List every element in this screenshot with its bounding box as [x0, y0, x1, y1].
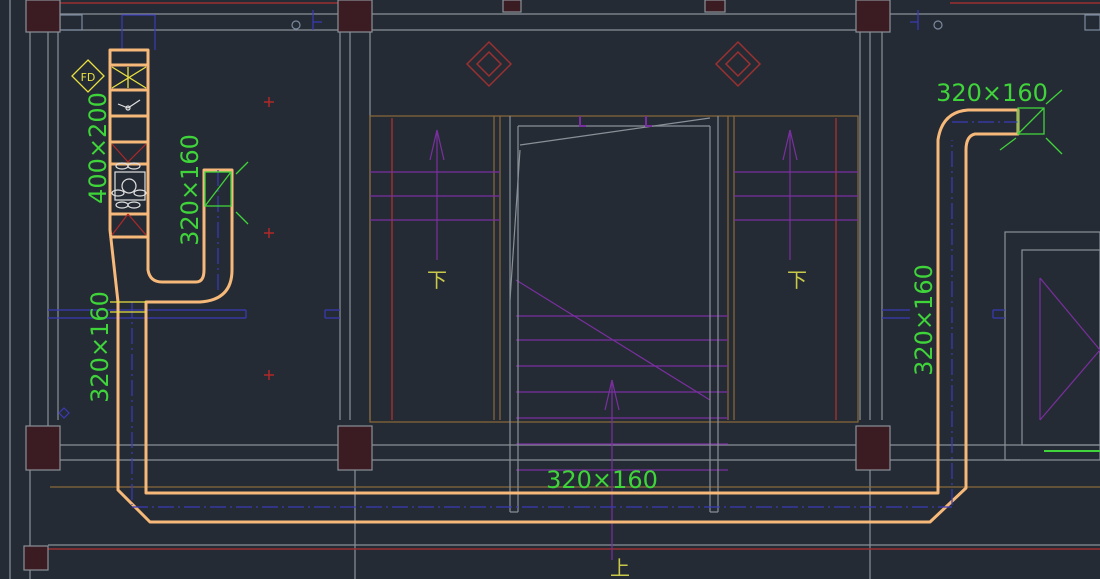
column-top-stub-1: [502, 0, 522, 13]
fire-damper-label: FD: [81, 71, 96, 84]
column-top-left: [25, 0, 61, 33]
column-bottom-mid-right: [855, 425, 891, 471]
duct-size-label-top-right: 320×160: [936, 79, 1048, 107]
duct-size-label-right-vertical: 320×160: [910, 264, 938, 376]
stair-down-label-left: 下: [427, 268, 447, 292]
column-bottom-left: [25, 425, 61, 471]
column-top-mid-right: [855, 0, 891, 33]
stair-up-label: 上: [610, 556, 630, 579]
column-top-mid-left: [337, 0, 373, 33]
duct-size-label-bottom: 320×160: [546, 466, 658, 494]
duct-size-label-left-lower: 320×160: [86, 291, 114, 403]
duct-size-label-branch: 320×160: [176, 134, 204, 246]
stair-down-label-right: 下: [787, 268, 807, 292]
column-bottom-mid-left: [337, 425, 373, 471]
cad-floor-plan: 下 下 上 FD 400×200 320×160 320×160 320×160…: [0, 0, 1100, 579]
column-bottom-corner: [23, 545, 49, 571]
duct-size-label-left-unit: 400×200: [84, 92, 112, 204]
column-top-stub-2: [704, 0, 726, 13]
